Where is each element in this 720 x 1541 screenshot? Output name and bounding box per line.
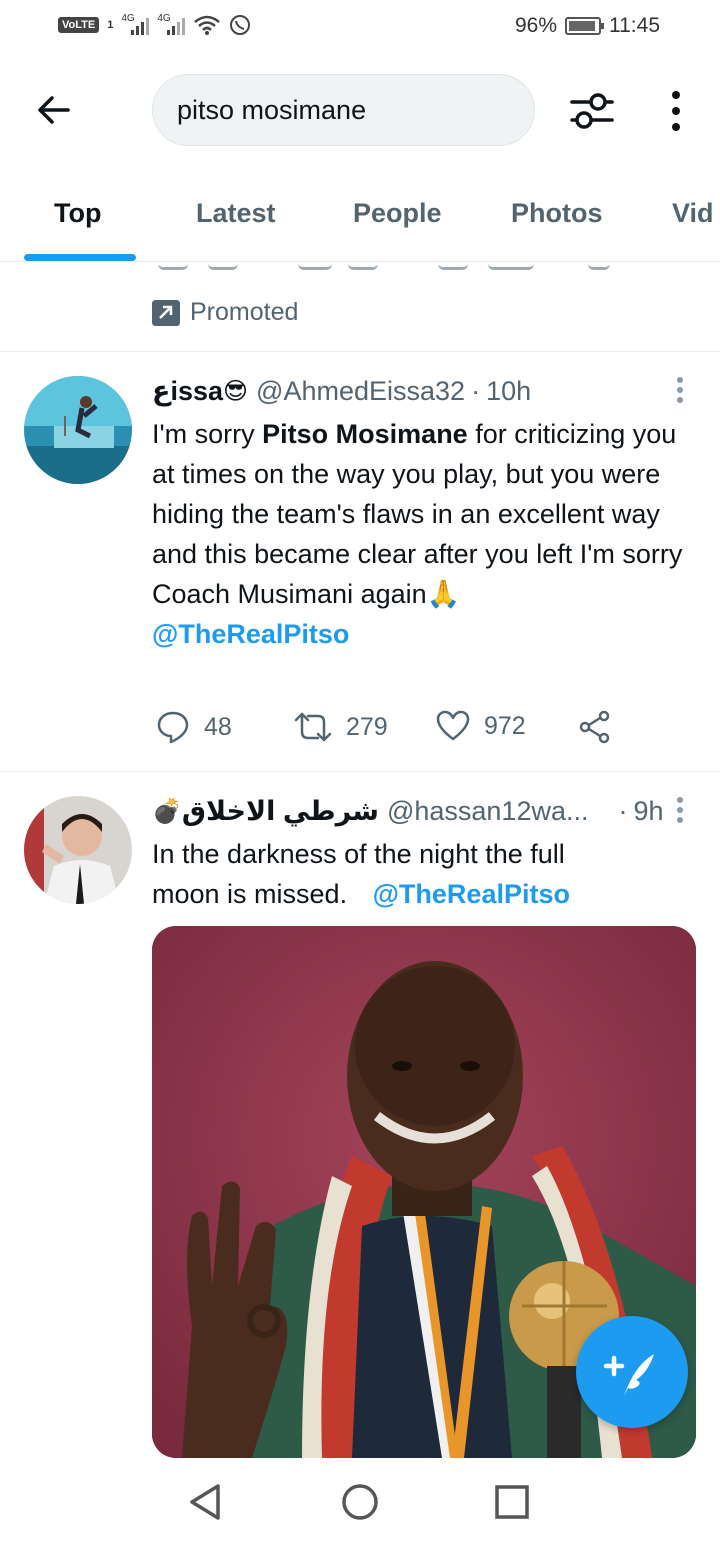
signal-2-icon: 4G xyxy=(157,13,186,35)
mention-link[interactable]: @TheRealPitso xyxy=(373,879,570,909)
reply-button[interactable]: 48 xyxy=(156,710,232,744)
tweet-header: عissa 😎 @AhmedEissa32 · 10h xyxy=(152,376,531,407)
active-tab-indicator xyxy=(24,254,136,261)
like-count: 972 xyxy=(484,711,526,740)
avatar-image xyxy=(24,796,132,904)
user-handle[interactable]: @hassan12wa... xyxy=(387,796,589,827)
status-icons-right: 96% 11:45 xyxy=(515,14,660,38)
tweet-text-highlight: Pitso Mosimane xyxy=(262,419,468,449)
reply-count: 48 xyxy=(204,712,232,741)
sim-indicator: 1 xyxy=(107,19,114,31)
tab-top[interactable]: Top xyxy=(54,198,101,229)
name-emoji: 💣 xyxy=(152,798,182,825)
clock: 11:45 xyxy=(609,14,660,37)
status-bar: VoLTE 1 4G 4G 96% 11:45 xyxy=(0,0,720,56)
tweet-text: I'm sorry Pitso Mosimane for criticizing… xyxy=(152,414,700,654)
avatar[interactable] xyxy=(24,376,132,484)
more-options-icon[interactable] xyxy=(664,90,688,132)
avatar[interactable] xyxy=(24,796,132,904)
display-name[interactable]: عissa xyxy=(152,376,223,407)
divider xyxy=(0,351,720,352)
separator-dot: · xyxy=(618,796,628,826)
compose-tweet-button[interactable] xyxy=(576,1316,688,1428)
back-arrow-icon[interactable] xyxy=(34,90,74,130)
tab-people[interactable]: People xyxy=(353,198,442,229)
compose-feather-icon xyxy=(603,1354,654,1396)
tweet-text-part: I'm sorry xyxy=(152,419,263,449)
share-icon xyxy=(579,710,610,744)
display-name[interactable]: شرطي الاخلاق xyxy=(182,796,379,827)
tab-photos[interactable]: Photos xyxy=(511,198,603,229)
whatsapp-icon xyxy=(230,15,251,35)
share-button[interactable] xyxy=(578,710,612,744)
network-type-1: 4G xyxy=(121,13,135,24)
separator-dot: · xyxy=(471,376,481,406)
retweet-icon xyxy=(294,712,332,742)
promoted-label: Promoted xyxy=(152,298,298,327)
search-header xyxy=(0,72,720,148)
promoted-icon xyxy=(152,299,180,326)
promoted-text: Promoted xyxy=(190,298,299,326)
mention-link[interactable]: @TheRealPitso xyxy=(152,619,349,649)
nav-back-icon[interactable] xyxy=(184,1480,228,1524)
signal-1-icon: 4G xyxy=(121,13,150,35)
tweet-header: 💣 شرطي الاخلاق @hassan12wa... · 9h xyxy=(152,796,664,827)
text-emoji: 🙏 xyxy=(426,579,461,609)
search-box[interactable] xyxy=(152,74,535,146)
heart-icon xyxy=(436,710,470,741)
filter-icon[interactable] xyxy=(568,90,616,132)
retweet-count: 279 xyxy=(346,712,388,741)
previous-tweet-actions-clipped xyxy=(0,262,720,272)
tweet-time[interactable]: 10h xyxy=(486,376,531,407)
tweet-time[interactable]: 9h xyxy=(633,796,663,827)
tweet-menu-icon[interactable] xyxy=(672,794,688,834)
user-handle[interactable]: @AhmedEissa32 xyxy=(256,376,465,407)
tweet-actions: 48 279 972 xyxy=(152,710,652,754)
name-emoji: 😎 xyxy=(223,378,249,405)
wifi-icon xyxy=(194,15,221,35)
tweet-menu-icon[interactable] xyxy=(672,374,688,414)
nav-recents-icon[interactable] xyxy=(490,1480,534,1524)
retweet-button[interactable]: 279 xyxy=(294,710,388,744)
android-navigation-bar xyxy=(0,1460,720,1541)
search-input[interactable] xyxy=(153,75,534,145)
volte-badge: VoLTE xyxy=(58,17,100,33)
divider xyxy=(0,771,720,772)
status-icons-left: VoLTE 1 4G 4G xyxy=(58,13,251,36)
nav-home-icon[interactable] xyxy=(338,1480,382,1524)
like-button[interactable]: 972 xyxy=(436,710,526,742)
network-type-2: 4G xyxy=(157,13,171,24)
reply-icon xyxy=(157,711,189,744)
tweet-text: In the darkness of the night the full mo… xyxy=(152,834,632,914)
battery-percent: 96% xyxy=(514,14,557,37)
search-tabs: Top Latest People Photos Vid xyxy=(0,186,720,262)
avatar-image xyxy=(24,376,132,484)
battery-icon xyxy=(565,17,604,35)
tab-videos[interactable]: Vid xyxy=(672,198,714,229)
tab-latest[interactable]: Latest xyxy=(196,198,276,229)
